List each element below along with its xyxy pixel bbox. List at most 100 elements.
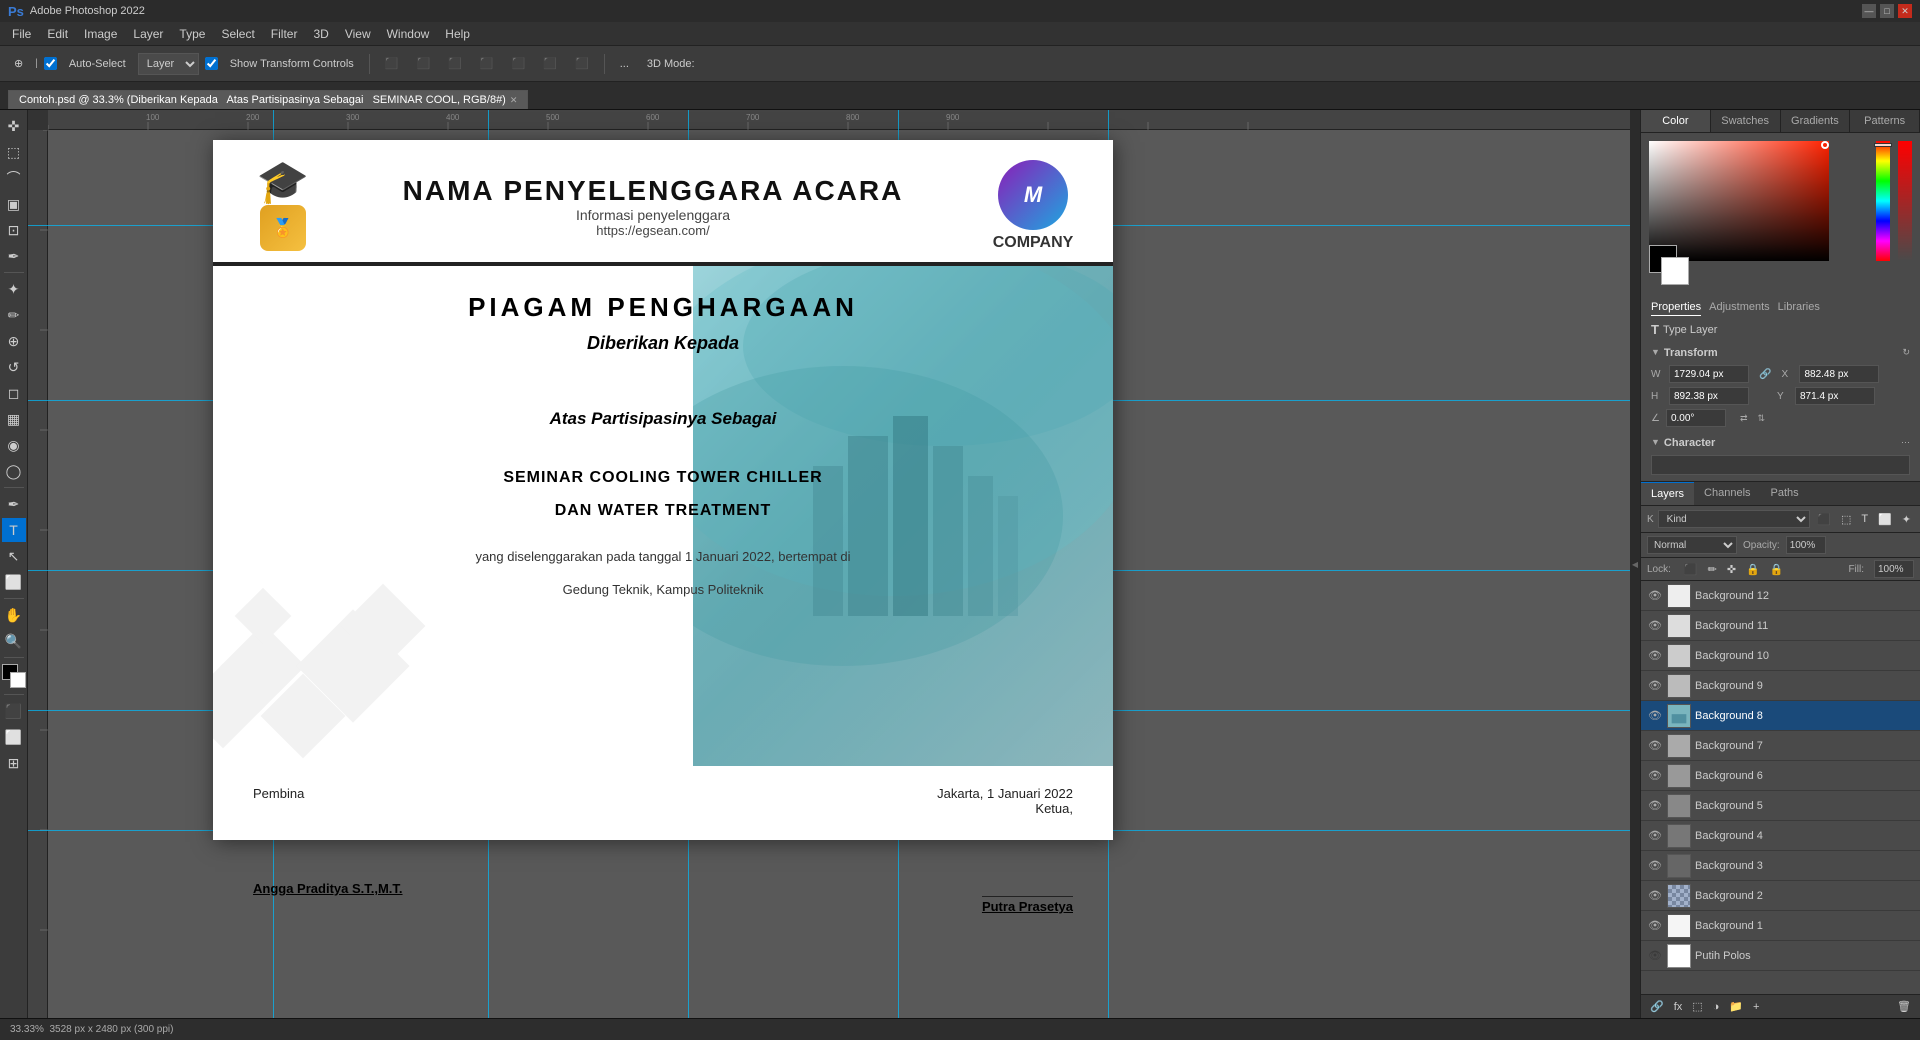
layer-visibility-icon[interactable]: 👁: [1647, 769, 1663, 782]
menu-image[interactable]: Image: [76, 25, 125, 43]
screen-mode-btn[interactable]: ⬜: [2, 725, 26, 749]
layer-visibility-icon[interactable]: 👁: [1647, 649, 1663, 662]
prop-link-icon[interactable]: 🔗: [1759, 369, 1771, 380]
move-tool[interactable]: ✜: [2, 114, 26, 138]
layer-filter-adjust-btn[interactable]: ⬚: [1838, 512, 1854, 527]
transform-rotate-icon[interactable]: ↻: [1902, 347, 1910, 358]
layer-item[interactable]: 👁 Background 3: [1641, 851, 1920, 881]
dodge-tool[interactable]: ◯: [2, 459, 26, 483]
layer-select[interactable]: Layer Group: [138, 53, 199, 75]
menu-window[interactable]: Window: [379, 25, 438, 43]
brush-tool[interactable]: ✏: [2, 303, 26, 327]
layer-item[interactable]: 👁 Background 4: [1641, 821, 1920, 851]
layer-link-btn[interactable]: 🔗: [1647, 999, 1667, 1014]
tab-adjustments[interactable]: Adjustments: [1709, 299, 1770, 316]
layer-item[interactable]: 👁 Background 5: [1641, 791, 1920, 821]
layer-filter-shape-btn[interactable]: ⬜: [1875, 512, 1895, 527]
stamp-tool[interactable]: ⊕: [2, 329, 26, 353]
auto-select-checkbox[interactable]: [44, 57, 57, 70]
tab-layers[interactable]: Layers: [1641, 482, 1694, 505]
layer-delete-btn[interactable]: 🗑: [1894, 999, 1914, 1014]
fill-input[interactable]: 100%: [1874, 560, 1914, 578]
menu-3d[interactable]: 3D: [305, 25, 336, 43]
layer-item[interactable]: 👁 Background 10: [1641, 641, 1920, 671]
character-collapse-icon[interactable]: ▼: [1651, 437, 1660, 447]
color-gradient[interactable]: [1649, 141, 1829, 261]
menu-edit[interactable]: Edit: [39, 25, 76, 43]
move-tool-btn[interactable]: ⊕: [8, 55, 29, 72]
color-hue-slider[interactable]: [1876, 141, 1890, 261]
path-select-tool[interactable]: ↖: [2, 544, 26, 568]
layer-item[interactable]: 👁 Background 9: [1641, 671, 1920, 701]
menu-layer[interactable]: Layer: [125, 25, 171, 43]
layer-visibility-icon[interactable]: 👁: [1647, 589, 1663, 602]
type-tool[interactable]: T: [2, 518, 26, 542]
menu-help[interactable]: Help: [437, 25, 478, 43]
bg-swatch[interactable]: [1661, 257, 1689, 285]
minimize-button[interactable]: —: [1862, 4, 1876, 18]
layer-adj-btn[interactable]: ◑: [1710, 1000, 1723, 1014]
blur-tool[interactable]: ◉: [2, 433, 26, 457]
layer-visibility-icon[interactable]: 👁: [1647, 739, 1663, 752]
layer-item[interactable]: 👁 Background 12: [1641, 581, 1920, 611]
maximize-button[interactable]: □: [1880, 4, 1894, 18]
zoom-tool[interactable]: 🔍: [2, 629, 26, 653]
crop-tool[interactable]: ⊡: [2, 218, 26, 242]
menu-view[interactable]: View: [337, 25, 379, 43]
history-brush-tool[interactable]: ↺: [2, 355, 26, 379]
layer-item[interactable]: 👁 Background 8: [1641, 701, 1920, 731]
tab-paths[interactable]: Paths: [1761, 482, 1809, 505]
hand-tool[interactable]: ✋: [2, 603, 26, 627]
layer-filter-type-btn[interactable]: T: [1858, 512, 1871, 526]
prop-W-input[interactable]: 1729.04 px: [1669, 365, 1749, 383]
tab-document[interactable]: Contoh.psd @ 33.3% (Diberikan Kepada Ata…: [8, 90, 528, 109]
character-font-box[interactable]: [1651, 455, 1910, 475]
quick-mask-btn[interactable]: ⬛: [2, 699, 26, 723]
layer-item[interactable]: 👁 Background 11: [1641, 611, 1920, 641]
panel-collapse-arrow[interactable]: ◀: [1630, 110, 1640, 1018]
character-expand-icon[interactable]: ⋯: [1901, 437, 1910, 448]
layer-visibility-icon[interactable]: 👁: [1647, 799, 1663, 812]
layer-folder-btn[interactable]: 📁: [1726, 999, 1746, 1014]
more-options-btn[interactable]: ...: [614, 56, 635, 72]
layer-item[interactable]: 👁 Background 6: [1641, 761, 1920, 791]
align-center-btn[interactable]: ⬛: [411, 55, 437, 72]
layer-mask-btn[interactable]: ⬚: [1689, 999, 1705, 1014]
align-middle-btn[interactable]: ⬛: [506, 55, 532, 72]
tab-color[interactable]: Color: [1641, 110, 1711, 132]
layer-item[interactable]: 👁 Background 7: [1641, 731, 1920, 761]
menu-type[interactable]: Type: [171, 25, 213, 43]
layer-item[interactable]: 👁 Background 2: [1641, 881, 1920, 911]
align-left-btn[interactable]: ⬛: [379, 55, 405, 72]
layer-visibility-icon[interactable]: 👁: [1647, 829, 1663, 842]
lock-all-btn[interactable]: 🔒: [1767, 562, 1787, 577]
object-selection-tool[interactable]: ▣: [2, 192, 26, 216]
prop-X-input[interactable]: 882.48 px: [1799, 365, 1879, 383]
tab-swatches[interactable]: Swatches: [1711, 110, 1781, 132]
align-right-btn[interactable]: ⬛: [442, 55, 468, 72]
layer-kind-select[interactable]: Kind: [1658, 510, 1811, 528]
rectangle-select-tool[interactable]: ⬚: [2, 140, 26, 164]
layer-visibility-icon[interactable]: 👁: [1647, 949, 1663, 962]
gradient-tool[interactable]: ▦: [2, 407, 26, 431]
lock-image-btn[interactable]: ✏: [1705, 562, 1720, 577]
artboard-btn[interactable]: ⊞: [2, 751, 26, 775]
eyedropper-tool[interactable]: ✒: [2, 244, 26, 268]
pen-tool[interactable]: ✒: [2, 492, 26, 516]
tab-patterns[interactable]: Patterns: [1850, 110, 1920, 132]
layer-new-btn[interactable]: +: [1750, 1000, 1762, 1014]
layer-visibility-icon[interactable]: 👁: [1647, 679, 1663, 692]
tab-gradients[interactable]: Gradients: [1781, 110, 1851, 132]
layer-item[interactable]: 👁 Background 1: [1641, 911, 1920, 941]
layer-visibility-icon[interactable]: 👁: [1647, 619, 1663, 632]
layer-item[interactable]: 👁 Putih Polos: [1641, 941, 1920, 971]
eraser-tool[interactable]: ◻: [2, 381, 26, 405]
lock-position-btn[interactable]: 🔒: [1743, 562, 1763, 577]
layer-fx-btn[interactable]: fx: [1671, 1000, 1686, 1014]
close-button[interactable]: ✕: [1898, 4, 1912, 18]
healing-tool[interactable]: ✦: [2, 277, 26, 301]
menu-select[interactable]: Select: [213, 25, 262, 43]
tab-libraries[interactable]: Libraries: [1778, 299, 1820, 316]
lock-transparent-btn[interactable]: ⬛: [1681, 562, 1701, 577]
layer-visibility-icon[interactable]: 👁: [1647, 889, 1663, 902]
